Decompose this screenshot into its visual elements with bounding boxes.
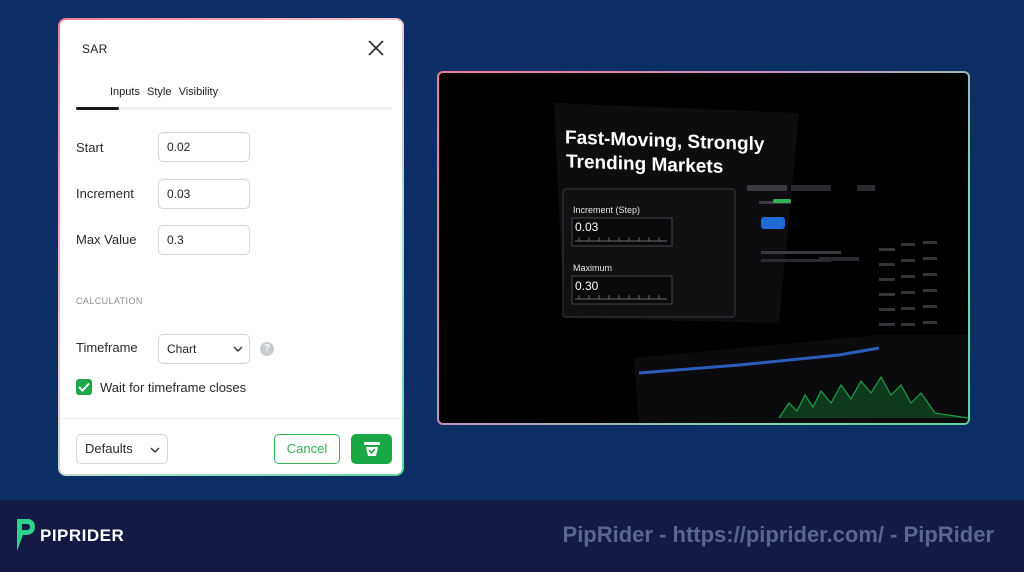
footer-divider (60, 418, 402, 419)
video-preview: Fast-Moving, Strongly Trending Markets I… (437, 71, 970, 425)
wait-timeframe-label: Wait for timeframe closes (100, 380, 247, 395)
tab-active-indicator (76, 107, 119, 110)
chevron-down-icon (150, 447, 160, 453)
tab-style[interactable]: Style (147, 86, 171, 98)
blur-bar (747, 185, 787, 191)
confirm-icon (364, 442, 380, 456)
trading-scene: Fast-Moving, Strongly Trending Markets I… (554, 103, 968, 423)
blur-bar (791, 185, 831, 191)
increment-label: Increment (76, 186, 134, 201)
tab-track (76, 107, 392, 110)
help-icon[interactable]: ? (260, 342, 274, 356)
max-value-label: Max Value (76, 232, 137, 247)
maximum-value: 0.30 (575, 279, 599, 293)
chevron-down-icon (233, 346, 243, 352)
blur-bar (761, 251, 841, 254)
start-input[interactable] (158, 132, 250, 162)
logo-text: PIPRIDER (40, 526, 125, 545)
tab-bar: Inputs Style Visibility (110, 86, 222, 98)
maximum-label: Maximum (573, 263, 612, 273)
sar-settings-dialog: SAR Inputs Style Visibility Start Increm… (58, 18, 404, 476)
max-value-input[interactable] (158, 225, 250, 255)
piprider-logo-icon (17, 519, 35, 551)
defaults-label: Defaults (85, 441, 133, 456)
increment-step-value: 0.03 (575, 220, 599, 234)
defaults-dropdown[interactable]: Defaults (76, 434, 168, 464)
timeframe-value: Chart (167, 342, 197, 356)
timeframe-label: Timeframe (76, 340, 138, 355)
cancel-button[interactable]: Cancel (274, 434, 340, 464)
tab-visibility[interactable]: Visibility (179, 86, 219, 98)
blur-bar (819, 257, 859, 261)
wait-timeframe-checkbox[interactable] (76, 379, 92, 395)
bottom-banner: PIPRIDER PipRider - https://piprider.com… (0, 500, 1024, 572)
tab-inputs[interactable]: Inputs (110, 86, 140, 98)
calculation-section-title: CALCULATION (76, 296, 143, 306)
start-label: Start (76, 140, 104, 155)
ok-button[interactable] (351, 434, 392, 464)
blur-data-columns (879, 241, 937, 326)
blur-toggle (773, 199, 791, 203)
watermark-text: PipRider - https://piprider.com/ - PipRi… (562, 522, 994, 547)
increment-input[interactable] (158, 179, 250, 209)
close-icon[interactable] (366, 38, 386, 58)
timeframe-select[interactable]: Chart (158, 334, 250, 364)
dialog-title: SAR (82, 42, 108, 56)
blur-bar (857, 185, 875, 191)
increment-step-label: Increment (Step) (573, 205, 640, 215)
blur-button (761, 217, 785, 229)
checkmark-icon (78, 382, 90, 392)
